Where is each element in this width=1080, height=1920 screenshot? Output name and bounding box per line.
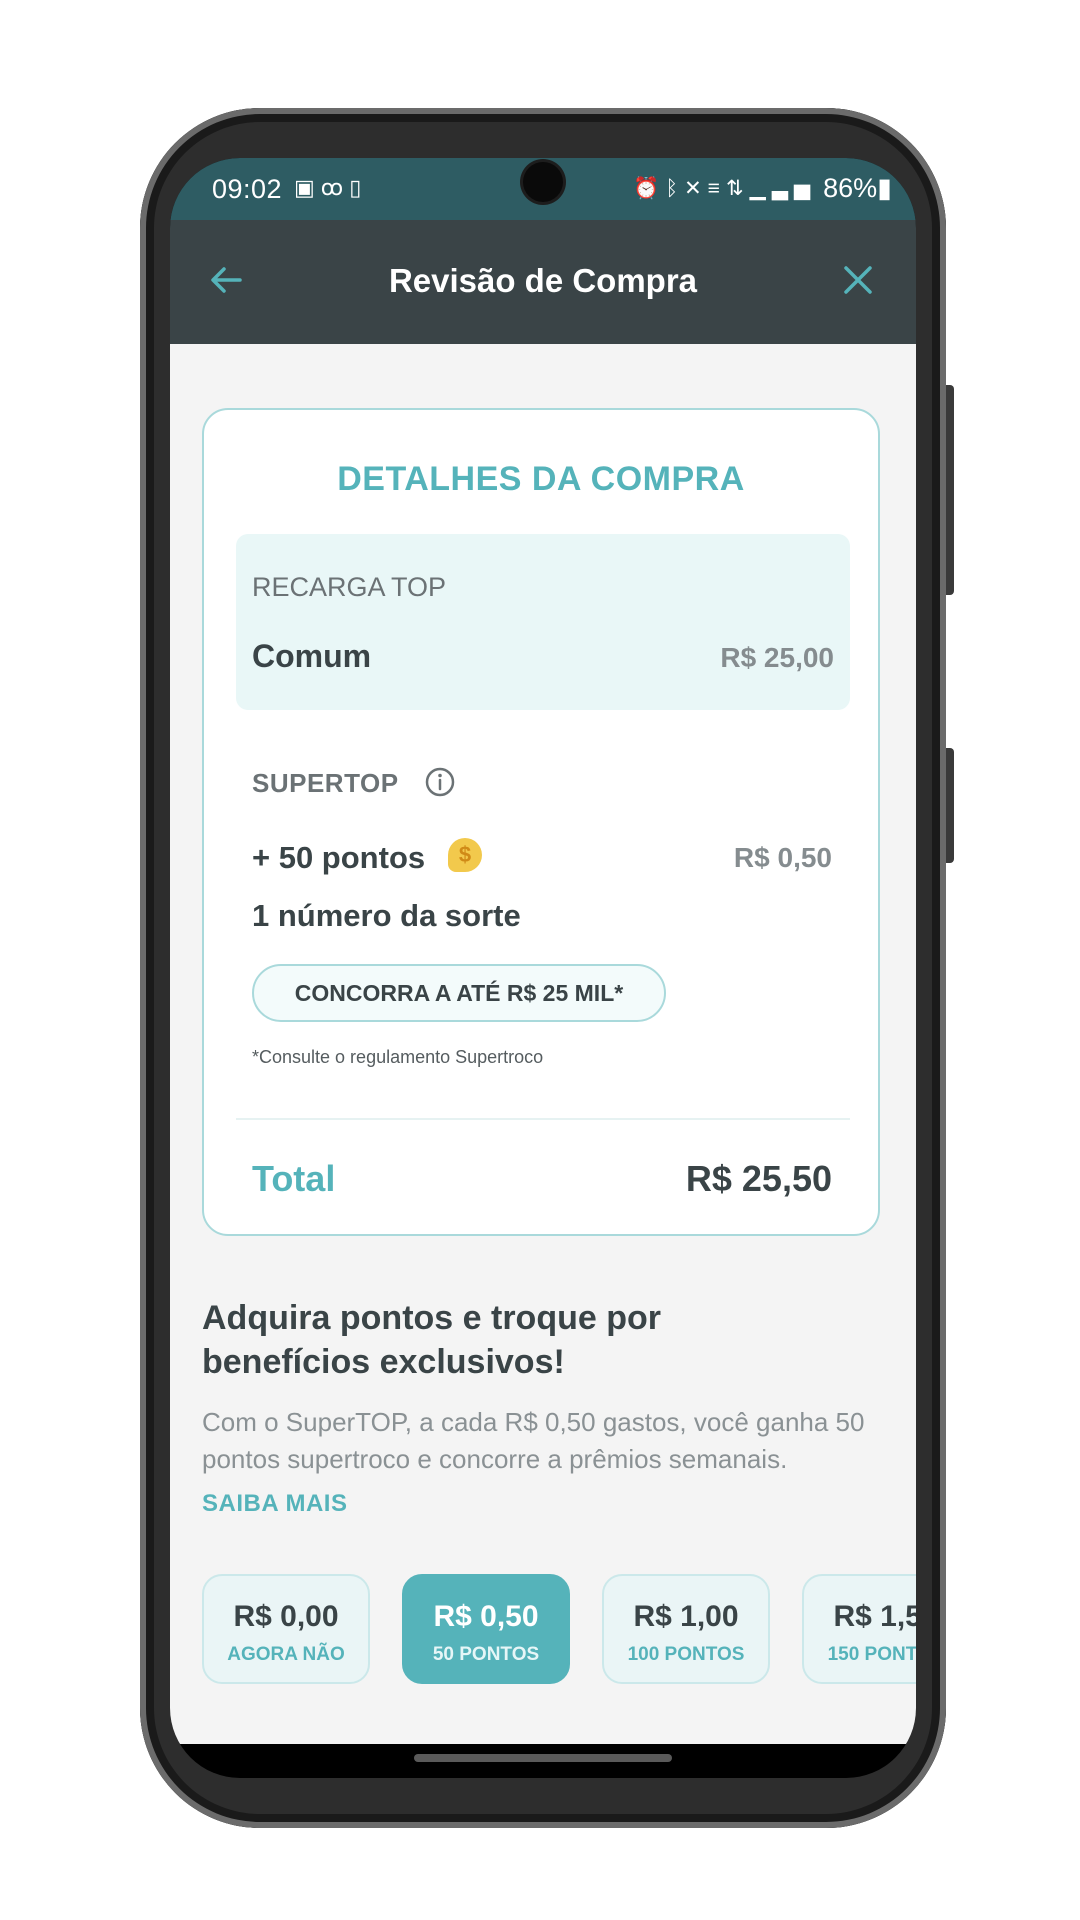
recarga-box: RECARGA TOP Comum R$ 25,00 bbox=[236, 534, 850, 710]
option-100-pontos[interactable]: R$ 1,00 100 PONTOS bbox=[602, 1574, 770, 1684]
clipboard-icon: ▯ bbox=[349, 175, 368, 200]
saiba-mais-link[interactable]: SAIBA MAIS bbox=[202, 1490, 347, 1518]
voicemail-icon: ꝏ bbox=[320, 175, 350, 200]
page-title: Revisão de Compra bbox=[388, 262, 698, 299]
option-amount: R$ 0,50 bbox=[433, 1600, 539, 1633]
status-right-icons: ⏰ᛒ✕≡⇅▁▃▅ bbox=[633, 176, 816, 201]
bluetooth-icon: ᛒ bbox=[665, 177, 685, 200]
promo-title: Adquira pontos e troque por benefícios e… bbox=[202, 1299, 661, 1381]
points-text: + 50 pontos bbox=[252, 840, 426, 875]
supertop-options: R$ 0,00 AGORA NÃO R$ 0,50 50 PONTOS R$ 1… bbox=[202, 1574, 916, 1686]
concorra-badge: CONCORRA A ATÉ R$ 25 MIL* bbox=[252, 964, 666, 1022]
signal-icon: ▁▃▅ bbox=[749, 177, 816, 200]
recarga-label: RECARGA TOP bbox=[252, 572, 447, 602]
purchase-details-card: DETALHES DA COMPRA RECARGA TOP Comum R$ … bbox=[202, 408, 880, 1236]
status-left-icons: ▣ꝏ▯ bbox=[294, 175, 367, 201]
alarm-icon: ⏰ bbox=[633, 177, 666, 200]
battery-icon: ▮ bbox=[877, 173, 892, 203]
total-label: Total bbox=[252, 1158, 336, 1199]
option-agora-nao[interactable]: R$ 0,00 AGORA NÃO bbox=[202, 1574, 370, 1684]
info-icon[interactable] bbox=[424, 766, 456, 798]
option-points: 50 PONTOS bbox=[432, 1644, 540, 1665]
front-camera bbox=[523, 162, 563, 202]
option-points: 100 PONTOS bbox=[627, 1644, 745, 1665]
status-time: 09:02 bbox=[212, 174, 283, 204]
coin-icon: $ bbox=[448, 838, 482, 872]
option-points: 150 PONTOS bbox=[827, 1644, 916, 1665]
divider bbox=[236, 1118, 850, 1120]
recarga-price: R$ 25,00 bbox=[720, 642, 834, 673]
supertop-label: SUPERTOP bbox=[252, 768, 399, 798]
main-content: DETALHES DA COMPRA RECARGA TOP Comum R$ … bbox=[170, 344, 916, 1744]
total-value: R$ 25,50 bbox=[685, 1158, 832, 1199]
option-50-pontos[interactable]: R$ 0,50 50 PONTOS bbox=[402, 1574, 570, 1684]
screen: 09:02 ▣ꝏ▯ ⏰ᛒ✕≡⇅▁▃▅ 86%▮ Revisão de Compr… bbox=[170, 158, 916, 1778]
mute-icon: ✕ bbox=[684, 177, 708, 200]
close-icon[interactable] bbox=[838, 260, 878, 300]
volte-icon: ≡ bbox=[707, 177, 726, 200]
option-150-pontos[interactable]: R$ 1,50 150 PONTOS bbox=[802, 1574, 916, 1684]
lucky-number-text: 1 número da sorte bbox=[252, 898, 521, 933]
battery-level: 86%▮ bbox=[823, 173, 892, 204]
image-icon: ▣ bbox=[294, 175, 321, 200]
battery-text: 86% bbox=[823, 173, 878, 203]
promo-description: Com o SuperTOP, a cada R$ 0,50 gastos, v… bbox=[202, 1407, 865, 1474]
5g-icon: ⇅ bbox=[725, 177, 750, 200]
recarga-name: Comum bbox=[252, 638, 372, 674]
app-bar: Revisão de Compra bbox=[170, 220, 916, 344]
option-amount: R$ 1,00 bbox=[633, 1600, 739, 1633]
option-amount: R$ 0,00 bbox=[233, 1600, 339, 1633]
volume-button bbox=[946, 385, 954, 595]
home-indicator[interactable] bbox=[414, 1754, 672, 1762]
power-button bbox=[946, 748, 954, 863]
regulamento-note: *Consulte o regulamento Supertroco bbox=[252, 1047, 544, 1067]
points-price: R$ 0,50 bbox=[733, 842, 832, 873]
option-points: AGORA NÃO bbox=[227, 1644, 345, 1665]
option-amount: R$ 1,50 bbox=[833, 1600, 916, 1633]
card-title: DETALHES DA COMPRA bbox=[337, 460, 745, 498]
